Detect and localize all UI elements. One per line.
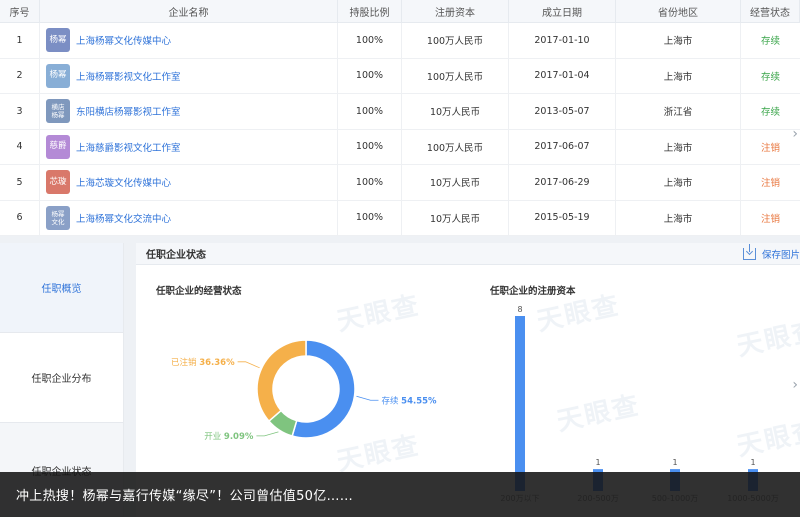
pie-label-0: 存续 54.55% — [381, 395, 437, 406]
header-province: 省份地区 — [616, 0, 741, 22]
header-index: 序号 — [0, 0, 40, 22]
share-ratio: 100% — [338, 23, 402, 58]
province: 上海市 — [616, 23, 741, 58]
pie-leader-line-2 — [237, 361, 260, 369]
company-link[interactable]: 上海芯璇文化传媒中心 — [76, 175, 171, 189]
status-badge: 存续 — [760, 36, 780, 48]
bar-value-label-1: 1 — [595, 458, 600, 467]
pie-label-2: 已注销 36.36% — [171, 357, 235, 368]
table-row[interactable]: 3 横店 杨幂 东阳横店杨幂影视工作室 100% 10万人民币 2013-05-07 浙江省存… — [0, 94, 800, 130]
row-index: 3 — [0, 94, 40, 129]
table-row[interactable]: 5 芯璇 上海芯璇文化传媒中心 100% 10万人民币 2017-06-29 上海市 注销 — [0, 165, 800, 201]
founded-date: 2017-01-10 — [509, 23, 616, 58]
table-scroll-right-icon[interactable]: › — [792, 126, 798, 142]
registered-capital: 10万人民币 — [402, 94, 509, 129]
registered-capital: 10万人民币 — [402, 165, 509, 200]
status-badge: 注销 — [760, 178, 780, 190]
share-ratio: 100% — [338, 58, 402, 93]
company-cell: 芯璇 上海芯璇文化传媒中心 — [40, 165, 338, 200]
row-index: 2 — [0, 58, 40, 93]
company-link[interactable]: 上海杨幂文化传媒中心 — [76, 33, 171, 47]
company-table: 序号 企业名称 持股比例 注册资本 成立日期 省份地区 经营状态 1 杨幂 上海杨幂… — [0, 0, 800, 236]
table-header: 序号 企业名称 持股比例 注册资本 成立日期 省份地区 经营状态 — [0, 0, 800, 23]
status-badge: 注销 — [760, 142, 780, 154]
status-badge: 存续 — [760, 107, 780, 119]
share-ratio: 100% — [338, 94, 402, 129]
pie-leader-line-0 — [356, 395, 379, 401]
bar-value-label-2: 1 — [672, 458, 677, 467]
row-index: 6 — [0, 200, 40, 235]
pie-label-1: 开业 9.09% — [204, 431, 254, 442]
header-status: 经营状态 — [741, 0, 800, 22]
founded-date: 2013-05-07 — [509, 94, 616, 129]
company-link[interactable]: 东阳横店杨幂影视工作室 — [76, 104, 181, 118]
registered-capital: 100万人民币 — [402, 129, 509, 164]
registered-capital: 100万人民币 — [402, 23, 509, 58]
section-divider — [0, 236, 800, 243]
company-cell: 横店 杨幂 东阳横店杨幂影视工作室 — [40, 94, 338, 129]
status-badge: 注销 — [760, 213, 780, 225]
table-body: 1 杨幂 上海杨幂文化传媒中心 100% 100万人民币 2017-01-10 上海市 存续 2… — [0, 23, 800, 236]
founded-date: 2015-05-19 — [509, 200, 616, 235]
row-index: 1 — [0, 23, 40, 58]
company-cell: 杨幂 文化 上海杨幂文化交流中心 — [40, 200, 338, 235]
company-link[interactable]: 上海杨幂文化交流中心 — [76, 211, 171, 225]
province: 上海市 — [616, 129, 741, 164]
header-founded-date: 成立日期 — [509, 0, 616, 22]
company-logo: 杨幂 文化 — [46, 205, 70, 230]
province: 上海市 — [616, 200, 741, 235]
company-cell: 慈爵 上海慈爵影视文化工作室 — [40, 129, 338, 164]
status-badge: 存续 — [760, 71, 780, 83]
share-ratio: 100% — [338, 200, 402, 235]
founded-date: 2017-06-29 — [509, 165, 616, 200]
news-ticker-text: 冲上热搜！杨幂与嘉行传媒“缘尽”！公司曾估值50亿…… — [16, 489, 354, 504]
company-logo: 芯璇 — [46, 170, 70, 195]
company-logo: 横店 杨幂 — [46, 99, 70, 124]
company-link[interactable]: 上海杨幂影视文化工作室 — [76, 69, 181, 83]
share-ratio: 100% — [338, 129, 402, 164]
page: 序号 企业名称 持股比例 注册资本 成立日期 省份地区 经营状态 1 杨幂 上海杨幂… — [0, 0, 800, 517]
province: 上海市 — [616, 58, 741, 93]
table-row[interactable]: 2 杨幂 上海杨幂影视文化工作室 100% 100万人民币 2017-01-04 上海市 存续 — [0, 58, 800, 94]
sidebar-item-overview[interactable]: 任职概览 — [0, 243, 123, 333]
company-logo: 杨幂 — [46, 28, 70, 53]
sidebar-item-distribution[interactable]: 任职企业分布 — [0, 333, 123, 423]
province: 上海市 — [616, 165, 741, 200]
pie-slice-2 — [256, 339, 307, 423]
bar-0 — [515, 316, 525, 491]
pie-leader-line-1 — [256, 431, 279, 437]
table-row[interactable]: 4 慈爵 上海慈爵影视文化工作室 100% 100万人民币 2017-06-07 上海市 注销 — [0, 129, 800, 165]
founded-date: 2017-06-07 — [509, 129, 616, 164]
company-logo: 杨幂 — [46, 63, 70, 88]
row-index: 5 — [0, 165, 40, 200]
share-ratio: 100% — [338, 165, 402, 200]
registered-capital: 100万人民币 — [402, 58, 509, 93]
header-registered-capital: 注册资本 — [402, 0, 509, 22]
company-cell: 杨幂 上海杨幂影视文化工作室 — [40, 58, 338, 93]
news-ticker-bar[interactable]: 冲上热搜！杨幂与嘉行传媒“缘尽”！公司曾估值50亿…… — [0, 472, 800, 517]
founded-date: 2017-01-04 — [509, 58, 616, 93]
registered-capital: 10万人民币 — [402, 200, 509, 235]
company-logo: 慈爵 — [46, 134, 70, 159]
panel-scroll-right-icon[interactable]: › — [792, 377, 798, 393]
row-index: 4 — [0, 129, 40, 164]
sidebar-item-label: 任职概览 — [41, 284, 82, 295]
table-row[interactable]: 1 杨幂 上海杨幂文化传媒中心 100% 100万人民币 2017-01-10 上海市 存续 — [0, 23, 800, 59]
company-link[interactable]: 上海慈爵影视文化工作室 — [76, 140, 181, 154]
sidebar-item-label: 任职企业分布 — [31, 374, 92, 385]
bar-value-label-0: 8 — [517, 305, 522, 314]
header-share-ratio: 持股比例 — [338, 0, 402, 22]
province: 浙江省 — [616, 94, 741, 129]
header-company-name: 企业名称 — [40, 0, 338, 22]
table-row[interactable]: 6 杨幂 文化 上海杨幂文化交流中心 100% 10万人民币 2015-05-19 上海市 注销 — [0, 200, 800, 236]
company-cell: 杨幂 上海杨幂文化传媒中心 — [40, 23, 338, 58]
bar-value-label-3: 1 — [750, 458, 755, 467]
